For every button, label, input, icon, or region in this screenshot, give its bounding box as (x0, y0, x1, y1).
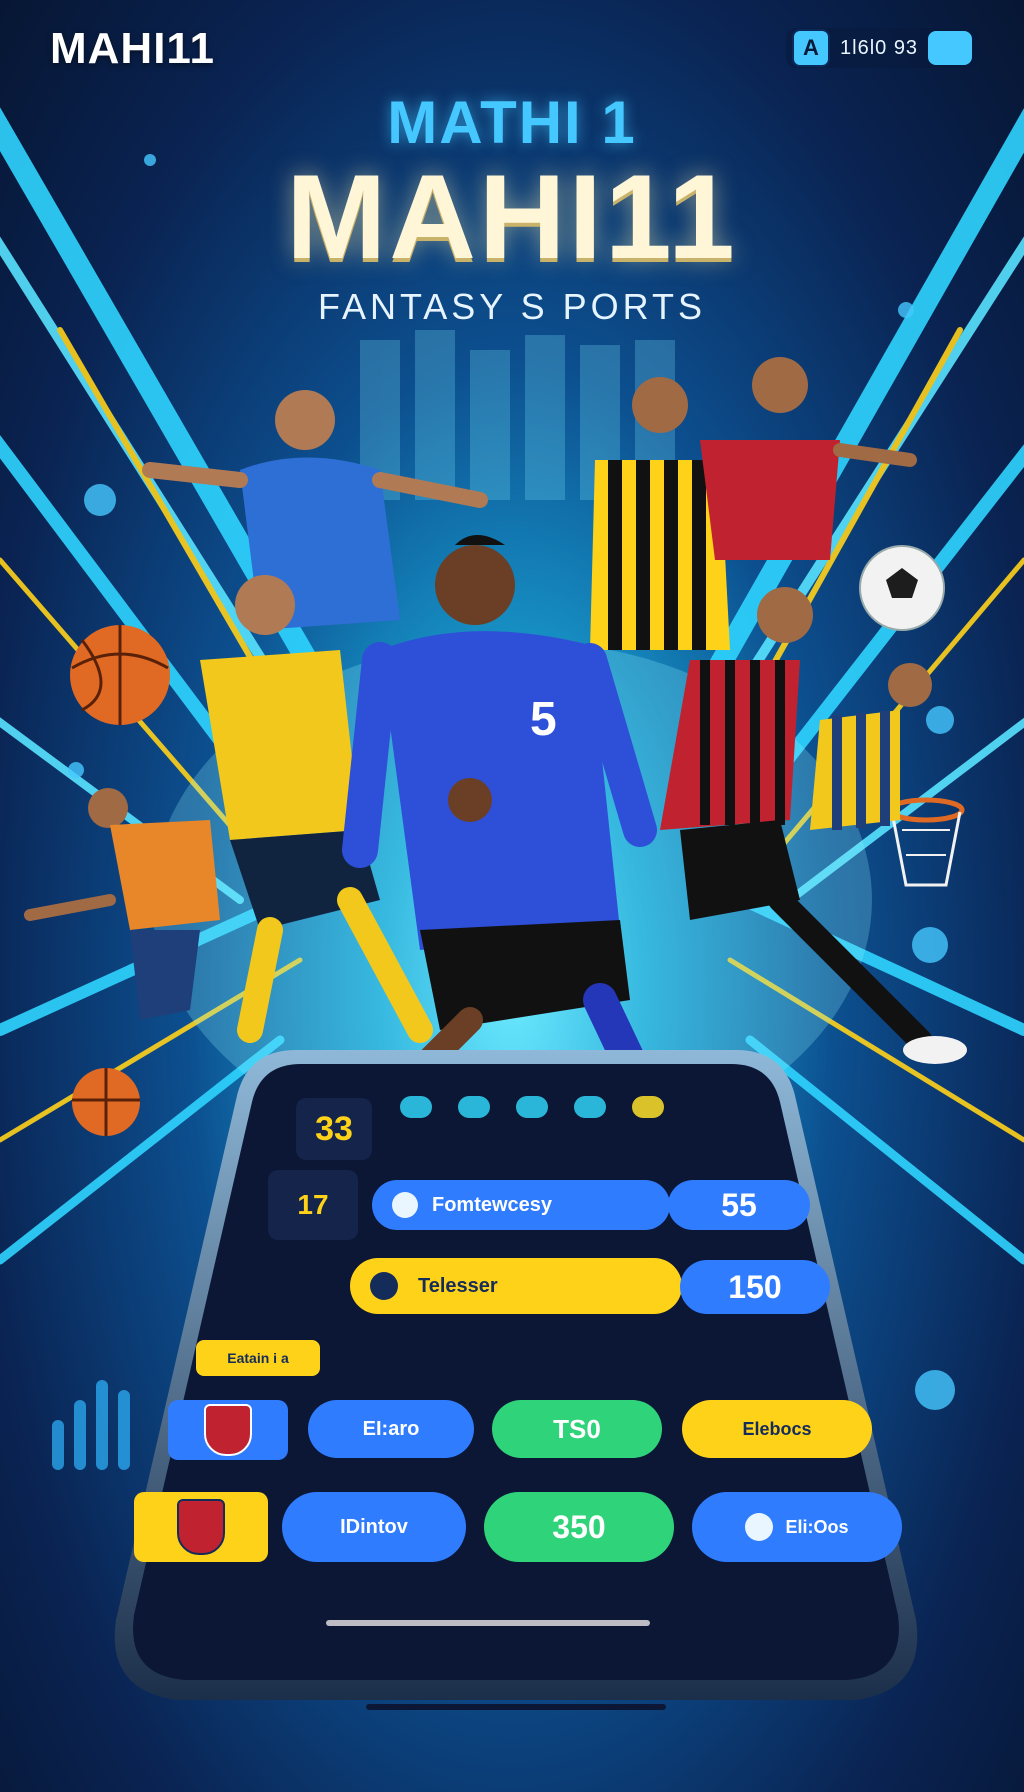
player-red-back (700, 357, 917, 560)
side-tile-value: 17 (297, 1189, 329, 1220)
team-crest-icon (204, 1404, 252, 1456)
grid-button[interactable]: TS0 (492, 1400, 662, 1458)
value-pill[interactable]: 150 (680, 1260, 830, 1314)
basketball-icon (70, 625, 170, 725)
pill-label: Fomtewcesy (432, 1193, 553, 1216)
player-yellow (200, 575, 433, 1043)
value-pill-text: 55 (721, 1186, 757, 1223)
soccer-ball-icon (859, 545, 945, 631)
grid-button-label: Elebocs (742, 1418, 812, 1439)
app-icon[interactable] (400, 1096, 432, 1118)
basketball-hoop-icon (887, 797, 965, 887)
small-label-tag[interactable]: Eatain i a (196, 1340, 320, 1376)
player-striped-back (590, 377, 730, 650)
score-tile-value: 33 (315, 1109, 353, 1148)
grid-button[interactable]: 350 (484, 1492, 674, 1562)
pill-icon (745, 1513, 774, 1541)
telesser-pill-button[interactable]: Telesser (350, 1258, 682, 1314)
grid-button[interactable]: IDintov (282, 1492, 466, 1562)
team-crest-icon (177, 1499, 225, 1555)
grid-button-label: Eli:Oos (785, 1516, 849, 1537)
value-pill[interactable]: 55 (668, 1180, 810, 1230)
phone-app-mockup (114, 1050, 918, 1710)
icon-row (400, 1096, 760, 1120)
fantasy-pill-button[interactable]: Fomtewcesy (372, 1180, 670, 1230)
svg-text:5: 5 (530, 693, 557, 746)
player-yellow-blue-right (810, 663, 932, 830)
grid-button-label: EI:aro (362, 1417, 420, 1440)
player-orange-blue (24, 788, 220, 1020)
app-icon[interactable] (574, 1096, 606, 1118)
app-icon[interactable] (458, 1096, 490, 1118)
pill-icon (392, 1192, 418, 1218)
grid-button-label: TS0 (553, 1413, 601, 1444)
grid-button-label: IDintov (340, 1515, 408, 1538)
grid-button[interactable]: EI:aro (308, 1400, 474, 1458)
value-pill-text: 150 (728, 1268, 782, 1305)
app-icon[interactable] (632, 1096, 664, 1118)
app-icon[interactable] (516, 1096, 548, 1118)
player-blue-back (142, 390, 488, 630)
grid-button[interactable]: Eli:Oos (692, 1492, 902, 1562)
pill-icon (370, 1272, 398, 1300)
small-label-text: Eatain i a (227, 1350, 289, 1366)
grid-button-label: 350 (552, 1508, 606, 1545)
score-tile[interactable]: 33 (296, 1098, 372, 1160)
team-badge-tile[interactable] (168, 1400, 288, 1460)
home-indicator (326, 1620, 650, 1626)
team-badge-tile[interactable] (134, 1492, 268, 1562)
pill-label: Telesser (418, 1274, 498, 1297)
poster: MAHI11 A 1l6l0 93 MATHI 1 MAHI11 FANTASY… (0, 0, 1024, 1792)
grid-button[interactable]: Elebocs (682, 1400, 872, 1458)
side-tile[interactable]: 17 (268, 1170, 358, 1240)
